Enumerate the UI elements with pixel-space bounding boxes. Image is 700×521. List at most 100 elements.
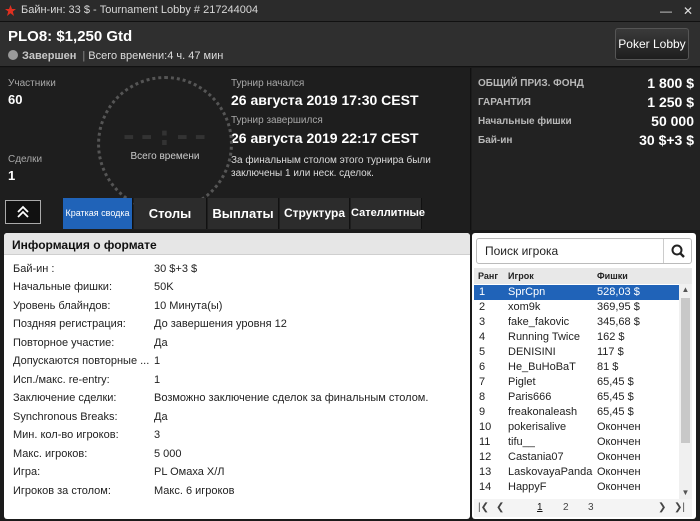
player-rank: 4 xyxy=(479,331,486,343)
info-value: 5 000 xyxy=(154,448,182,460)
column-header-rank[interactable]: Ранг xyxy=(478,271,498,281)
player-row[interactable]: 8 Paris666 65,45 $ xyxy=(474,390,679,405)
player-name: He_BuHoBaT xyxy=(508,361,576,373)
last-page-icon[interactable]: ❯| xyxy=(674,502,685,513)
info-key: Игроков за столом: xyxy=(13,485,111,497)
tab-payouts[interactable]: Выплаты xyxy=(208,198,279,229)
info-value: Возможно заключение сделок за финальным … xyxy=(154,392,429,404)
player-row[interactable]: 7 Piglet 65,45 $ xyxy=(474,375,679,390)
player-row[interactable]: 10 pokerisalive Окончен xyxy=(474,420,679,435)
player-row[interactable]: 6 He_BuHoBaT 81 $ xyxy=(474,360,679,375)
prize-row: Начальные фишки 50 000 xyxy=(478,112,694,132)
prev-page-icon[interactable]: ❮ xyxy=(496,502,504,513)
prize-pool-panel: ОБЩИЙ ПРИЗ. ФОНД 1 800 $ ГАРАНТИЯ 1 250 … xyxy=(472,68,700,230)
started-label: Турнир начался xyxy=(231,78,305,89)
finished-label: Турнир завершился xyxy=(231,115,323,126)
player-chips: 117 $ xyxy=(597,346,624,358)
deal-note: За финальным столом этого турнира были з… xyxy=(231,155,431,179)
players-scrollbar[interactable]: ▲ ▼ xyxy=(679,284,692,499)
tournament-name: PLO8: $1,250 Gtd xyxy=(8,28,133,45)
scroll-up-arrow-icon[interactable]: ▲ xyxy=(679,284,692,296)
pokerstars-logo-icon xyxy=(5,5,16,16)
info-value: 10 Минута(ы) xyxy=(154,300,223,312)
format-info-panel: Информация о формате Бай-ин : 30 $+3 $ На… xyxy=(4,233,470,519)
page-link-3[interactable]: 3 xyxy=(588,502,594,513)
collapse-button[interactable] xyxy=(5,200,41,224)
next-page-icon[interactable]: ❯ xyxy=(658,502,666,513)
double-chevron-up-icon xyxy=(17,205,29,218)
prize-label: Бай-ин xyxy=(478,135,513,146)
player-row[interactable]: 2 xom9k 369,95 $ xyxy=(474,300,679,315)
prize-value: 1 800 $ xyxy=(647,75,694,91)
info-key: Начальные фишки: xyxy=(13,281,113,293)
player-row[interactable]: 11 tifu__ Окончен xyxy=(474,435,679,450)
player-rank: 2 xyxy=(479,301,486,313)
info-key: Повторное участие: xyxy=(13,337,115,349)
info-row: Повторное участие: Да xyxy=(4,334,470,352)
player-row[interactable]: 5 DENISINI 117 $ xyxy=(474,345,679,360)
player-row[interactable]: 4 Running Twice 162 $ xyxy=(474,330,679,345)
info-key: Исп./макс. re-entry: xyxy=(13,374,110,386)
column-header-player[interactable]: Игрок xyxy=(508,271,534,281)
clock-digits: --:-- xyxy=(120,119,210,152)
player-rank: 14 xyxy=(479,481,492,493)
column-header-chips[interactable]: Фишки xyxy=(597,271,628,281)
info-key: Бай-ин : xyxy=(13,263,55,275)
player-name: HappyF xyxy=(508,481,547,493)
info-value: Да xyxy=(154,337,168,349)
player-row[interactable]: 12 Castania07 Окончен xyxy=(474,450,679,465)
tab-summary[interactable]: Краткая сводка xyxy=(63,198,133,229)
page-link-2[interactable]: 2 xyxy=(563,502,569,513)
player-name: pokerisalive xyxy=(508,421,567,433)
player-row[interactable]: 9 freakonaleash 65,45 $ xyxy=(474,405,679,420)
tab-structure[interactable]: Структура xyxy=(280,198,350,229)
tab-satellites[interactable]: Сателлитные xyxy=(351,198,425,229)
info-value: Макс. 6 игроков xyxy=(154,485,235,497)
player-name: Piglet xyxy=(508,376,536,388)
tournament-status: Завершен | Всего времени:4 ч. 47 мин xyxy=(8,50,223,62)
info-value: 1 xyxy=(154,374,161,386)
player-rank: 7 xyxy=(479,376,486,388)
player-name: fake_fakovic xyxy=(508,316,570,328)
player-rank: 12 xyxy=(479,451,492,463)
player-rank: 9 xyxy=(479,406,486,418)
player-row[interactable]: 13 LaskovayaPanda Окончен xyxy=(474,465,679,480)
player-row[interactable]: 3 fake_fakovic 345,68 $ xyxy=(474,315,679,330)
status-dot-icon xyxy=(8,50,18,60)
player-rank: 3 xyxy=(479,316,486,328)
info-value: 3 xyxy=(154,429,161,441)
deals-value: 1 xyxy=(8,168,16,183)
close-button[interactable]: ✕ xyxy=(679,2,697,20)
entrants-label: Участники xyxy=(8,78,56,89)
info-key: Уровень блайндов: xyxy=(13,300,111,312)
player-rank: 5 xyxy=(479,346,486,358)
player-row[interactable]: 14 HappyF Окончен xyxy=(474,480,679,495)
tournament-header: PLO8: $1,250 Gtd Завершен | Всего времени:… xyxy=(0,22,700,67)
players-panel: Ранг Игрок Фишки 1 SprCpn 528,03 $ 2 xom9k 3… xyxy=(472,233,696,519)
finished-value: 26 августа 2019 22:17 CEST xyxy=(231,130,419,146)
poker-lobby-button[interactable]: Poker Lobby xyxy=(615,28,689,60)
player-name: xom9k xyxy=(508,301,541,313)
info-value: Да xyxy=(154,411,168,423)
scroll-down-arrow-icon[interactable]: ▼ xyxy=(679,487,692,499)
status-separator: | xyxy=(82,50,86,62)
first-page-icon[interactable]: |❮ xyxy=(478,502,489,513)
search-button[interactable] xyxy=(663,239,691,263)
player-rank: 13 xyxy=(479,466,492,478)
scrollbar-thumb[interactable] xyxy=(681,298,690,443)
info-row: Допускаются повторные ... 1 xyxy=(4,352,470,370)
player-search-input[interactable] xyxy=(477,239,663,263)
page-link-1[interactable]: 1 xyxy=(537,502,543,513)
player-name: Paris666 xyxy=(508,391,552,403)
info-row: Игроков за столом: Макс. 6 игроков xyxy=(4,482,470,500)
info-row: Бай-ин : 30 $+3 $ xyxy=(4,260,470,278)
tab-tables[interactable]: Столы xyxy=(134,198,207,229)
prize-value: 1 250 $ xyxy=(647,94,694,110)
player-chips: 65,45 $ xyxy=(597,376,634,388)
info-value: 50K xyxy=(154,281,174,293)
minimize-button[interactable]: — xyxy=(657,2,675,20)
info-value: PL Омаха Х/Л xyxy=(154,466,225,478)
player-name: Running Twice xyxy=(508,331,580,343)
player-rank: 1 xyxy=(479,286,486,298)
player-row[interactable]: 1 SprCpn 528,03 $ xyxy=(474,285,679,300)
